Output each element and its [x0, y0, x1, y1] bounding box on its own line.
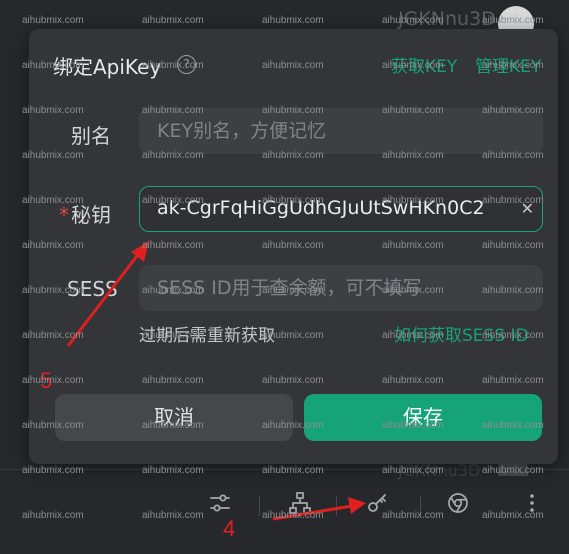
- toolbar-divider: [0, 469, 569, 470]
- clear-icon[interactable]: ✕: [521, 187, 534, 230]
- watermark-text: aihubmix.com: [262, 15, 324, 26]
- toolbar-separator: [336, 496, 337, 516]
- sess-label: SESS: [67, 277, 118, 301]
- alias-label: 别名: [71, 124, 111, 148]
- annotation-arrowhead-4: [348, 497, 366, 514]
- chrome-icon[interactable]: [446, 491, 470, 515]
- save-button[interactable]: 保存: [304, 394, 542, 441]
- get-key-link[interactable]: 获取KEY: [391, 52, 457, 77]
- watermark-text: aihubmix.com: [142, 465, 204, 476]
- bind-apikey-dialog: 绑定ApiKey ? 获取KEY 管理KEY 别名 KEY别名，方便记忆 * 秘钥…: [29, 29, 558, 464]
- alias-input[interactable]: KEY别名，方便记忆: [139, 108, 543, 154]
- watermark-text: aihubmix.com: [142, 510, 204, 521]
- manage-key-link[interactable]: 管理KEY: [475, 52, 541, 77]
- sess-hint: 过期后需重新获取: [139, 326, 275, 346]
- secret-label: * 秘钥: [59, 199, 111, 228]
- more-vertical-icon[interactable]: [520, 491, 544, 515]
- sliders-icon[interactable]: [208, 491, 232, 515]
- network-icon[interactable]: [288, 491, 312, 515]
- secret-label-text: 秘钥: [71, 203, 111, 227]
- secret-input-value: ak-CgrFqHiGgUdhGJuUtSwHKn0C2: [157, 197, 485, 219]
- how-to-get-sess-link[interactable]: 如何获取SESS ID: [394, 321, 529, 346]
- annotation-step-5: 5: [40, 368, 53, 393]
- annotation-step-4: 4: [223, 516, 236, 541]
- help-icon[interactable]: ?: [177, 55, 196, 74]
- watermark-text: aihubmix.com: [382, 510, 444, 521]
- watermark-text: aihubmix.com: [22, 15, 84, 26]
- toolbar-separator: [259, 496, 260, 516]
- annotation-arrow-4: [272, 504, 353, 521]
- watermark-text: aihubmix.com: [262, 465, 324, 476]
- toolbar-separator: [420, 496, 421, 516]
- required-mark: *: [59, 203, 69, 227]
- secret-input[interactable]: ak-CgrFqHiGgUdhGJuUtSwHKn0C2 ✕: [139, 186, 543, 232]
- watermark-text: aihubmix.com: [142, 15, 204, 26]
- dialog-title: 绑定ApiKey: [53, 55, 162, 79]
- sess-input[interactable]: SESS ID用于查余额，可不填写: [139, 265, 543, 311]
- app-window: JGKNnu3D JGKNnu3D 绑定ApiKey ? 获取KEY 管理KEY…: [0, 0, 569, 554]
- background-username: JGKNnu3D: [398, 8, 496, 30]
- cancel-button[interactable]: 取消: [55, 394, 293, 441]
- watermark-text: aihubmix.com: [22, 465, 84, 476]
- watermark-text: aihubmix.com: [22, 510, 84, 521]
- key-icon[interactable]: [366, 491, 390, 515]
